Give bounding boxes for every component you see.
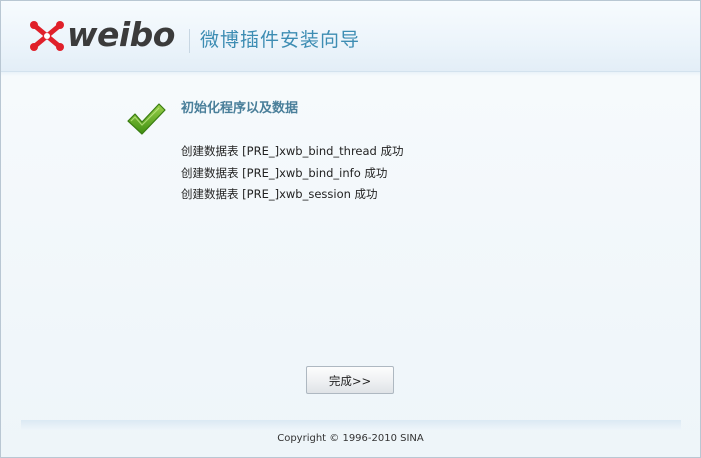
header-shadow — [1, 72, 700, 76]
weibo-logo: weibo — [30, 15, 180, 55]
section-title: 初始化程序以及数据 — [181, 101, 299, 116]
log-line: 创建数据表 [PRE_]xwb_session 成功 — [181, 187, 378, 201]
copyright: Copyright © 1996-2010 SINA — [277, 433, 424, 444]
logo-text: weibo — [67, 15, 175, 54]
weibo-logo-mark-icon — [30, 21, 64, 51]
footer-bar — [21, 420, 681, 430]
page-title: 微博插件安装向导 — [200, 29, 361, 51]
install-log: 创建数据表 [PRE_]xwb_bind_thread 成功 创建数据表 [PR… — [181, 141, 404, 206]
check-icon — [127, 103, 166, 135]
header-divider — [189, 29, 190, 53]
log-line: 创建数据表 [PRE_]xwb_bind_info 成功 — [181, 165, 388, 180]
header: weibo 微博插件安装向导 — [1, 1, 700, 72]
installer-window: weibo 微博插件安装向导 初始化程序以及数据 创建数据表 [PRE_]xwb… — [0, 0, 701, 458]
finish-button[interactable]: 完成>> — [306, 366, 394, 394]
log-line: 创建数据表 [PRE_]xwb_bind_thread 成功 — [181, 144, 404, 158]
